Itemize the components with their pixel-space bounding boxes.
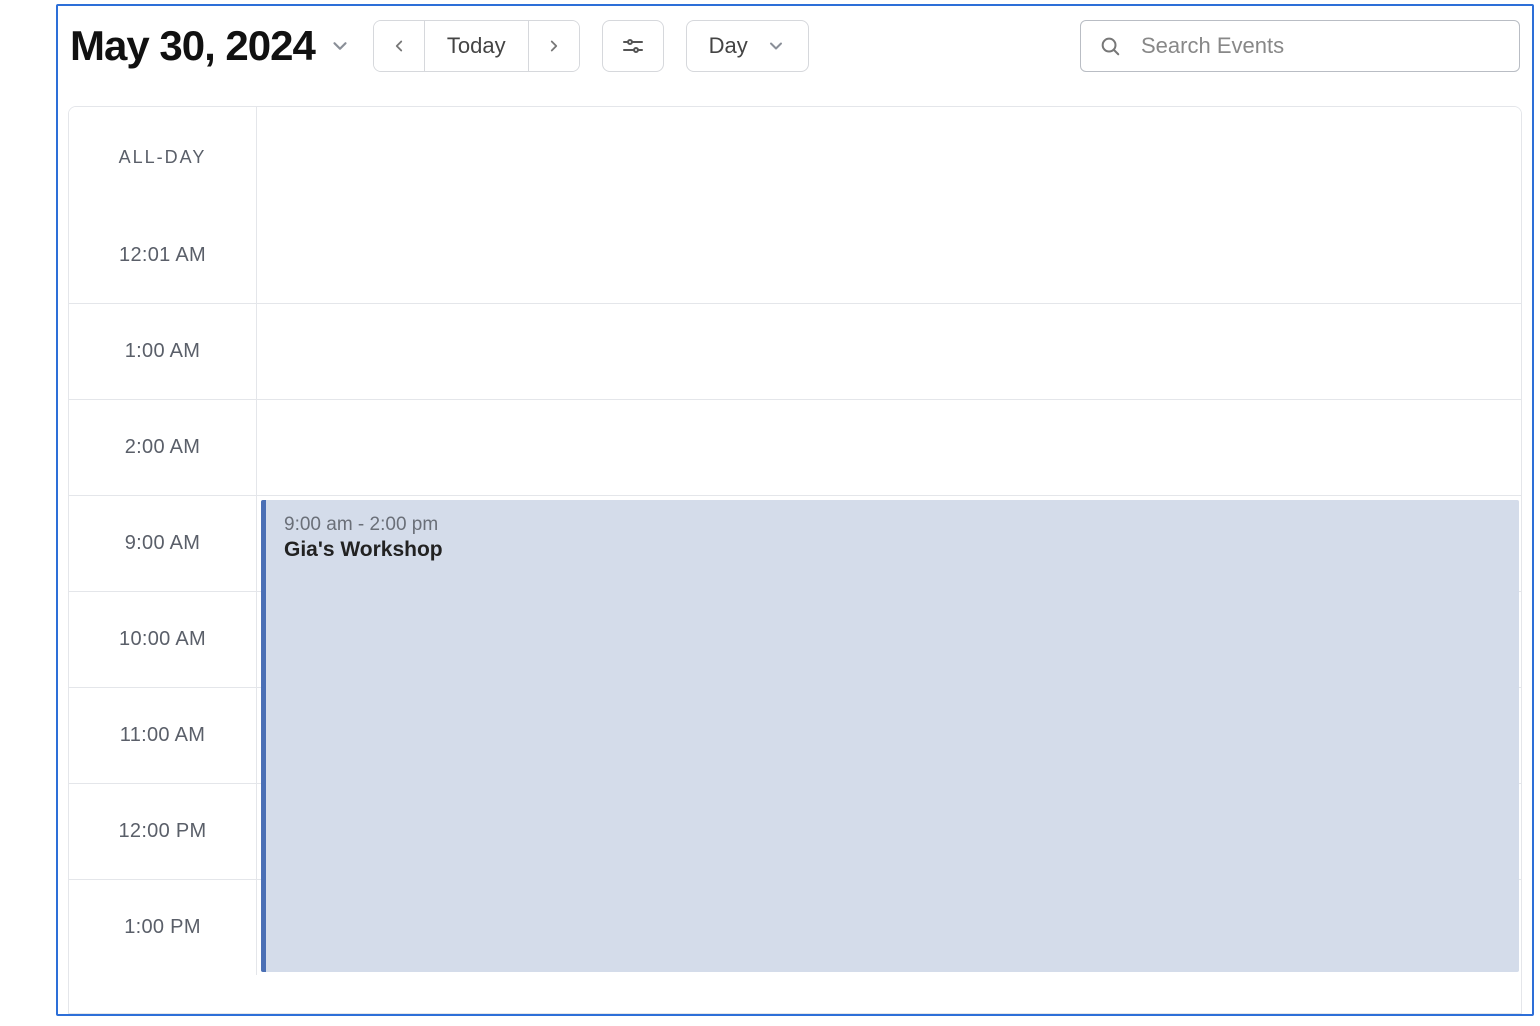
time-label: 9:00 AM [69, 496, 257, 591]
time-label: 1:00 PM [69, 880, 257, 975]
filters-button[interactable] [602, 20, 664, 72]
time-row: 12:01 AM [69, 207, 1521, 303]
prev-day-button[interactable] [374, 21, 424, 71]
date-nav-group: Today [373, 20, 580, 72]
chevron-down-icon [766, 36, 786, 56]
time-slot[interactable] [257, 400, 1521, 495]
chevron-left-icon [390, 37, 408, 55]
search-icon [1099, 35, 1121, 57]
chevron-right-icon [545, 37, 563, 55]
view-select-label: Day [709, 33, 748, 59]
time-slot[interactable] [257, 304, 1521, 399]
time-row: 2:00 AM [69, 399, 1521, 495]
date-picker[interactable]: May 30, 2024 [70, 22, 351, 70]
calendar-event[interactable]: 9:00 am - 2:00 pmGia's Workshop [261, 500, 1519, 972]
calendar-grid: ALL-DAY 12:01 AM1:00 AM2:00 AM9:00 AM10:… [68, 106, 1522, 1014]
allday-row: ALL-DAY [69, 107, 1521, 207]
next-day-button[interactable] [528, 21, 579, 71]
allday-label: ALL-DAY [69, 107, 257, 207]
chevron-down-icon [329, 35, 351, 57]
today-button[interactable]: Today [424, 21, 528, 71]
search-box[interactable] [1080, 20, 1520, 72]
time-label: 1:00 AM [69, 304, 257, 399]
time-label: 11:00 AM [69, 688, 257, 783]
event-title: Gia's Workshop [284, 538, 1501, 562]
sliders-icon [621, 34, 645, 58]
time-label: 10:00 AM [69, 592, 257, 687]
time-label: 12:01 AM [69, 207, 257, 303]
time-row: 1:00 AM [69, 303, 1521, 399]
view-select[interactable]: Day [686, 20, 809, 72]
time-label: 12:00 PM [69, 784, 257, 879]
allday-slot[interactable] [257, 107, 1521, 207]
time-label: 2:00 AM [69, 400, 257, 495]
current-date-title: May 30, 2024 [70, 22, 315, 70]
event-time-range: 9:00 am - 2:00 pm [284, 514, 1501, 536]
search-input[interactable] [1141, 33, 1501, 59]
time-slot[interactable] [257, 207, 1521, 303]
